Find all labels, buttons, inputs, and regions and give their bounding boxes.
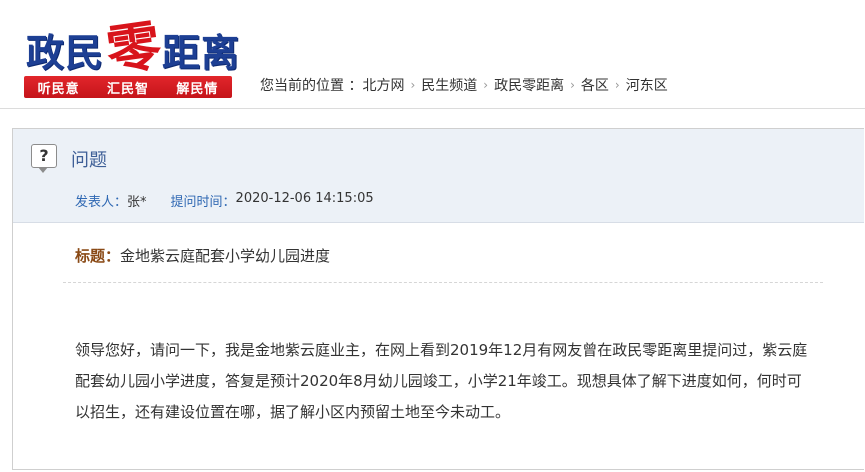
logo-word-right: 距离 [162,30,241,75]
poster-label: 发表人： [75,195,128,210]
question-section-title: 问题 [71,150,107,171]
question-bubble-icon: ? [31,144,57,173]
breadcrumb-separator-icon: › [410,78,416,92]
question-panel: ? 问题 发表人： 张* 提问时间： 2020-12-06 14:15:05 标… [12,128,864,470]
question-subject: 标题：金地紫云庭配套小学幼儿园进度 [75,245,330,266]
slogan-3: 解民情 [176,81,219,97]
header-divider [0,108,865,109]
subject-divider [63,282,823,283]
question-header: ? 问题 发表人： 张* 提问时间： 2020-12-06 14:15:05 [13,129,864,223]
poster-value: 张* [127,195,147,210]
time-value: 2020-12-06 14:15:05 [235,191,374,206]
subject-value: 金地紫云庭配套小学幼儿园进度 [120,247,331,265]
site-header: 政民 零 距离 听民意 汇民智 解民情 您当前的位置 ： 北方网 › 民生频道 … [0,0,865,112]
breadcrumb: 您当前的位置 ： 北方网 › 民生频道 › 政民零距离 › 各区 › 河东区 [260,76,668,94]
breadcrumb-separator-icon: › [614,78,620,92]
question-body: 领导您好，请问一下，我是金地紫云庭业主，在网上看到2019年12月有网友曾在政民… [75,341,808,421]
breadcrumb-label: 您当前的位置 ： [260,78,363,94]
slogan-2: 汇民智 [106,81,149,97]
breadcrumb-item-district[interactable]: 各区 [581,75,609,95]
slogan-bar: 听民意 汇民智 解民情 [24,76,232,98]
question-meta: 发表人： 张* 提问时间： 2020-12-06 14:15:05 [75,191,374,210]
breadcrumb-item-zhengmin[interactable]: 政民零距离 [494,75,564,95]
breadcrumb-separator-icon: › [483,78,489,92]
breadcrumb-item-hedong[interactable]: 河东区 [626,75,668,95]
breadcrumb-separator-icon: › [570,78,575,92]
logo-word-left: 政民 [26,30,105,75]
time-label: 提问时间： [170,195,236,210]
breadcrumb-item-minsheng[interactable]: 民生频道 [421,75,477,95]
subject-label: 标题： [75,247,121,265]
logo-word-zero: 零 [102,12,165,84]
breadcrumb-item-beifang[interactable]: 北方网 [362,75,404,95]
slogan-1: 听民意 [37,81,80,97]
